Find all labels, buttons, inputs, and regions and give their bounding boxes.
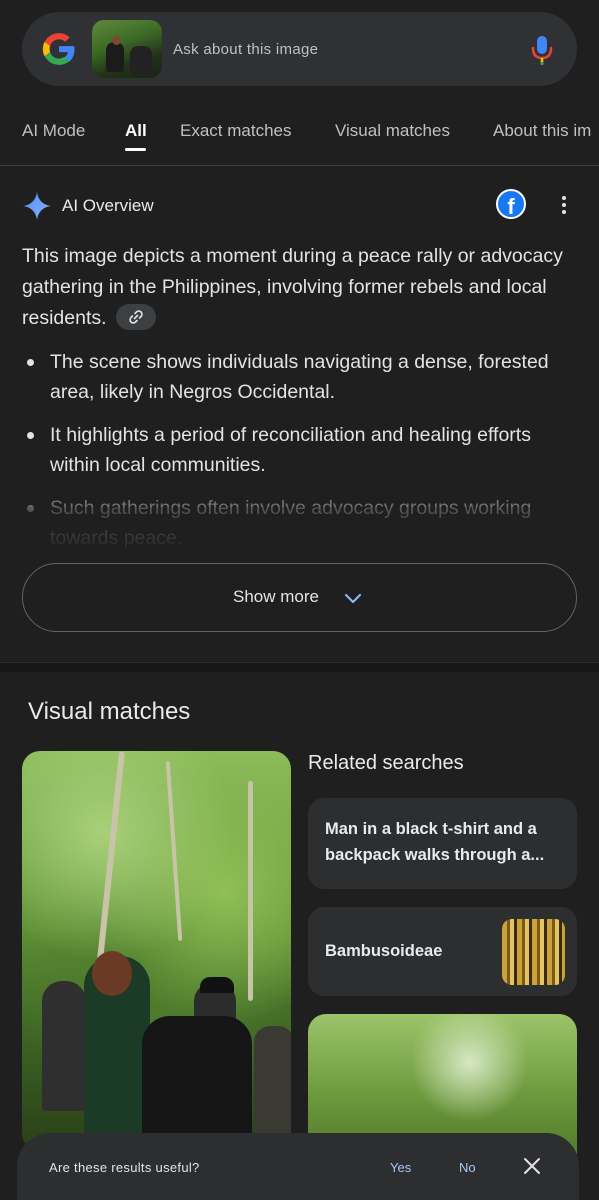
tree-trunk — [165, 761, 183, 941]
tab-visual-matches[interactable]: Visual matches — [335, 121, 450, 141]
more-options-icon[interactable] — [552, 193, 576, 217]
show-more-button[interactable]: Show more — [22, 563, 577, 632]
related-search-label: Man in a black t-shirt and a backpack wa… — [325, 820, 545, 864]
thumb-figure — [130, 46, 152, 74]
source-link-chip[interactable] — [115, 303, 156, 330]
bamboo-thumbnail — [502, 919, 565, 985]
ai-sparkle-icon — [23, 192, 51, 220]
google-logo-icon[interactable] — [40, 30, 78, 68]
search-input[interactable]: Ask about this image — [173, 41, 318, 58]
show-more-label: Show more — [233, 587, 319, 606]
person-figure — [254, 1026, 291, 1136]
related-search-card[interactable]: Man in a black t-shirt and a backpack wa… — [308, 798, 577, 889]
search-bar[interactable]: Ask about this image — [22, 12, 577, 86]
tab-all[interactable]: All — [125, 121, 147, 141]
visual-matches-title: Visual matches — [28, 698, 191, 725]
feedback-question: Are these results useful? — [49, 1160, 200, 1175]
ai-overview-panel: AI Overview f This image depicts a momen… — [0, 167, 599, 662]
tree-trunk — [97, 751, 125, 961]
tab-about-this-image[interactable]: About this im — [493, 121, 591, 141]
list-item: The scene shows individuals navigating a… — [22, 347, 582, 407]
ai-overview-title: AI Overview — [62, 196, 154, 215]
related-searches-title: Related searches — [308, 752, 464, 774]
active-tab-indicator — [125, 148, 146, 151]
feedback-bar: Are these results useful? Yes No — [17, 1133, 579, 1200]
person-cap — [200, 977, 234, 993]
feedback-no-button[interactable]: No — [459, 1160, 476, 1175]
facebook-source-icon[interactable]: f — [496, 189, 526, 219]
visual-match-image[interactable] — [22, 751, 291, 1151]
person-head — [92, 951, 132, 996]
related-search-card[interactable]: Bambusoideae — [308, 907, 577, 996]
close-icon[interactable] — [523, 1157, 541, 1175]
tab-exact-matches[interactable]: Exact matches — [180, 121, 292, 141]
query-image-thumbnail[interactable] — [92, 20, 162, 78]
ai-summary-text: This image depicts a moment during a pea… — [22, 245, 563, 329]
tree-trunk — [248, 781, 253, 1001]
link-icon — [129, 310, 143, 324]
tab-ai-mode[interactable]: AI Mode — [22, 121, 85, 141]
related-search-label: Bambusoideae — [325, 942, 443, 960]
search-tabs: AI Mode All Exact matches Visual matches… — [0, 110, 599, 166]
thumb-figure — [112, 36, 121, 45]
ai-overview-summary: This image depicts a moment during a pea… — [22, 241, 577, 334]
feedback-yes-button[interactable]: Yes — [390, 1160, 411, 1175]
section-divider — [0, 662, 599, 672]
ai-overview-header: AI Overview f — [22, 189, 582, 221]
list-item: It highlights a period of reconciliation… — [22, 420, 582, 480]
chevron-down-icon — [344, 593, 362, 604]
thumb-figure — [106, 42, 124, 72]
fade-overlay — [0, 507, 599, 567]
person-figure — [42, 981, 86, 1111]
backpack — [142, 1016, 252, 1151]
microphone-icon[interactable] — [528, 34, 556, 66]
